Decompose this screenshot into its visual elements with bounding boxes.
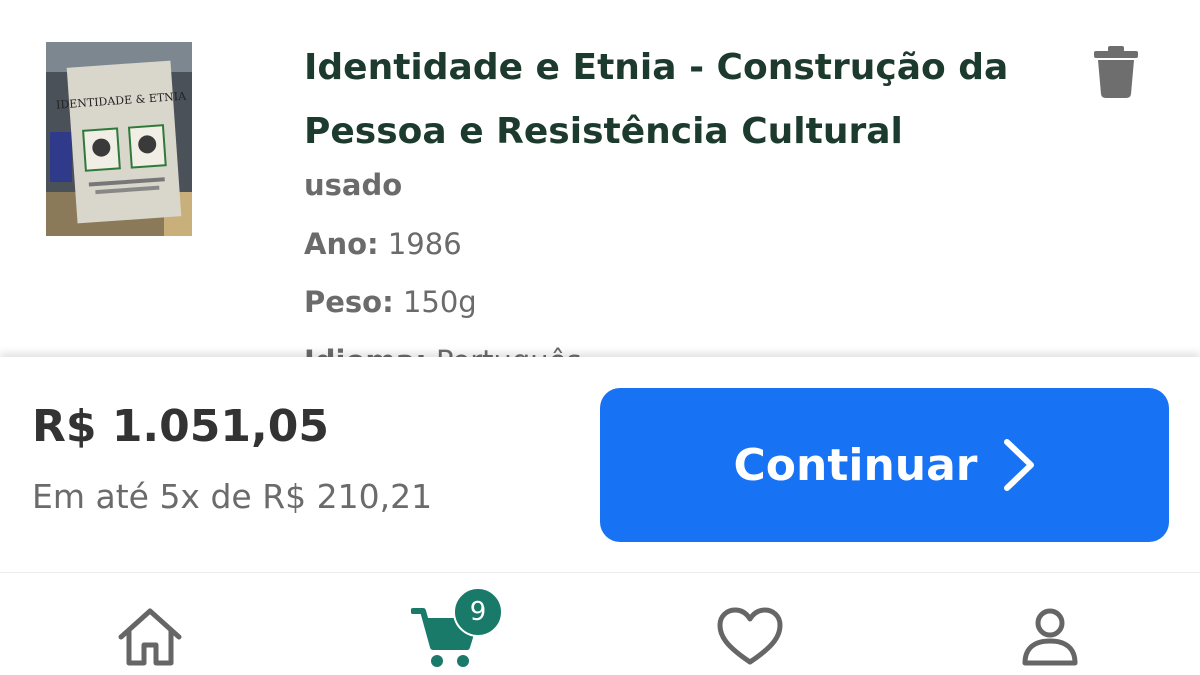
checkout-summary-bar: R$ 1.051,05 Em até 5x de R$ 210,21 Conti… xyxy=(0,357,1200,573)
product-condition: usado xyxy=(304,168,403,202)
continue-button-label: Continuar xyxy=(733,439,978,491)
chevron-right-icon xyxy=(1003,439,1034,491)
product-language: Idioma: Português xyxy=(304,344,582,357)
year-value: 1986 xyxy=(387,227,462,261)
installment-info: Em até 5x de R$ 210,21 xyxy=(32,477,433,516)
nav-profile[interactable] xyxy=(1010,601,1090,673)
weight-label: Peso: xyxy=(304,285,394,319)
bottom-navigation: 9 xyxy=(0,573,1200,675)
product-weight: Peso: 150g xyxy=(304,285,477,319)
year-label: Ano: xyxy=(304,227,379,261)
home-icon xyxy=(118,608,182,666)
cart-item: IDENTIDADE & ETNIA Identidade e Etnia - … xyxy=(0,0,1200,357)
total-price: R$ 1.051,05 xyxy=(32,401,329,452)
heart-icon xyxy=(717,607,783,665)
delete-item-button[interactable] xyxy=(1094,46,1138,98)
nav-favorites[interactable] xyxy=(710,601,790,673)
language-value: Português xyxy=(436,344,582,357)
product-title[interactable]: Identidade e Etnia - Construção da Pesso… xyxy=(304,36,1064,164)
book-cover-image[interactable]: IDENTIDADE & ETNIA xyxy=(46,42,192,236)
continue-button[interactable]: Continuar xyxy=(600,388,1169,542)
profile-icon xyxy=(1022,608,1078,666)
nav-home[interactable] xyxy=(110,601,190,673)
weight-value: 150g xyxy=(402,285,477,319)
language-label: Idioma: xyxy=(304,344,427,357)
trash-icon xyxy=(1094,46,1138,98)
cart-count-badge: 9 xyxy=(453,587,503,637)
product-year: Ano: 1986 xyxy=(304,227,462,261)
